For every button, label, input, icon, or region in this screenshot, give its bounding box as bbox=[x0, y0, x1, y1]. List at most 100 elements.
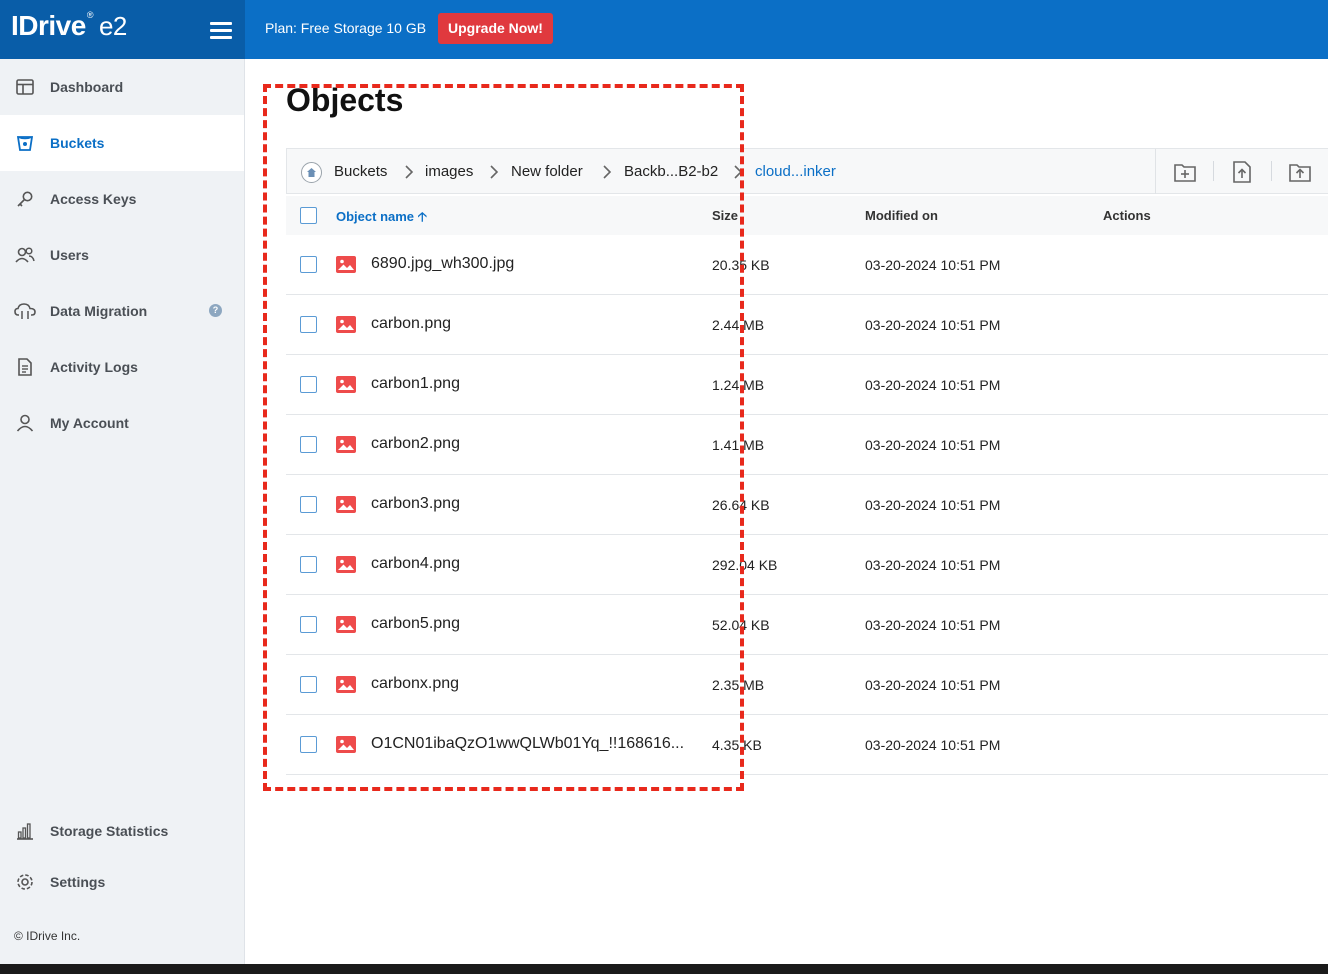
sidebar-item-dashboard[interactable]: Dashboard bbox=[0, 59, 244, 115]
table-row[interactable]: carbon4.png 292.04 KB 03-20-2024 10:51 PM bbox=[286, 535, 1328, 595]
sidebar-item-activity-logs[interactable]: Activity Logs bbox=[0, 339, 244, 395]
row-checkbox[interactable] bbox=[300, 736, 317, 753]
chevron-right-icon bbox=[603, 165, 612, 179]
object-name[interactable]: O1CN01ibaQzO1wwQLWb01Yq_!!168616... bbox=[371, 735, 684, 753]
object-name[interactable]: carbon4.png bbox=[371, 555, 460, 573]
column-header-object-name[interactable]: Object name 🡡 bbox=[336, 208, 427, 230]
image-file-icon bbox=[336, 436, 356, 453]
object-size: 1.41 MB bbox=[712, 437, 765, 453]
image-file-icon bbox=[336, 496, 356, 513]
object-size: 2.44 MB bbox=[712, 317, 765, 333]
object-name[interactable]: 6890.jpg_wh300.jpg bbox=[371, 255, 514, 273]
toolbar-separator bbox=[1271, 161, 1272, 181]
table-row[interactable]: carbon3.png 26.64 KB 03-20-2024 10:51 PM bbox=[286, 475, 1328, 535]
sidebar-item-label: Access Keys bbox=[50, 191, 137, 207]
row-checkbox[interactable] bbox=[300, 256, 317, 273]
breadcrumb-backb-b2[interactable]: Backb...B2-b2 bbox=[624, 163, 718, 180]
column-label: Object name bbox=[336, 209, 415, 224]
idrive-e2-logo[interactable]: IDrive® e2 bbox=[11, 10, 127, 42]
row-checkbox[interactable] bbox=[300, 676, 317, 693]
object-modified-date: 03-20-2024 10:51 PM bbox=[865, 677, 1001, 693]
table-row[interactable]: carbon.png 2.44 MB 03-20-2024 10:51 PM bbox=[286, 295, 1328, 355]
page-title: Objects bbox=[286, 82, 404, 118]
object-name[interactable]: carbon1.png bbox=[371, 375, 460, 393]
users-icon bbox=[14, 244, 36, 266]
row-checkbox[interactable] bbox=[300, 376, 317, 393]
select-all-checkbox[interactable] bbox=[300, 207, 317, 224]
sidebar-item-data-migration[interactable]: Data Migration ? bbox=[0, 283, 244, 339]
breadcrumb-buckets[interactable]: Buckets bbox=[334, 163, 387, 180]
sidebar-item-label: My Account bbox=[50, 415, 129, 431]
row-checkbox[interactable] bbox=[300, 436, 317, 453]
object-modified-date: 03-20-2024 10:51 PM bbox=[865, 557, 1001, 573]
object-size: 292.04 KB bbox=[712, 557, 778, 573]
table-row[interactable]: carbonx.png 2.35 MB 03-20-2024 10:51 PM bbox=[286, 655, 1328, 715]
sidebar-item-label: Data Migration bbox=[50, 303, 148, 319]
image-file-icon bbox=[336, 736, 356, 753]
object-modified-date: 03-20-2024 10:51 PM bbox=[865, 617, 1001, 633]
toolbar-separator bbox=[1213, 161, 1214, 181]
upload-file-icon[interactable] bbox=[1229, 159, 1255, 185]
sidebar-item-label: Buckets bbox=[50, 135, 105, 151]
top-header: IDrive® e2 Plan: Free Storage 10 GB Upgra… bbox=[0, 0, 1328, 59]
sidebar-item-label: Settings bbox=[50, 874, 106, 890]
dashboard-icon bbox=[14, 76, 36, 98]
breadcrumb-new-folder[interactable]: New folder bbox=[511, 163, 583, 180]
column-header-modified-on[interactable]: Modified on bbox=[865, 208, 938, 223]
breadcrumb: Buckets images New folder Backb...B2-b2 … bbox=[286, 148, 1328, 194]
document-icon bbox=[14, 356, 36, 378]
column-header-size[interactable]: Size bbox=[712, 208, 738, 223]
sidebar-item-access-keys[interactable]: Access Keys bbox=[0, 171, 244, 227]
object-modified-date: 03-20-2024 10:51 PM bbox=[865, 317, 1001, 333]
object-size: 2.35 MB bbox=[712, 677, 765, 693]
object-size: 26.64 KB bbox=[712, 497, 770, 513]
table-row[interactable]: 6890.jpg_wh300.jpg 20.35 KB 03-20-2024 10:… bbox=[286, 235, 1328, 295]
object-name[interactable]: carbonx.png bbox=[371, 675, 459, 693]
row-checkbox[interactable] bbox=[300, 556, 317, 573]
sidebar-item-users[interactable]: Users bbox=[0, 227, 244, 283]
object-name[interactable]: carbon2.png bbox=[371, 435, 460, 453]
table-row[interactable]: carbon1.png 1.24 MB 03-20-2024 10:51 PM bbox=[286, 355, 1328, 415]
upgrade-now-button[interactable]: Upgrade Now! bbox=[438, 13, 553, 44]
help-icon[interactable]: ? bbox=[209, 304, 222, 317]
object-size: 20.35 KB bbox=[712, 257, 770, 273]
object-modified-date: 03-20-2024 10:51 PM bbox=[865, 437, 1001, 453]
image-file-icon bbox=[336, 676, 356, 693]
object-size: 52.04 KB bbox=[712, 617, 770, 633]
upload-folder-icon[interactable] bbox=[1287, 159, 1313, 185]
bar-chart-icon bbox=[14, 820, 36, 842]
table-row[interactable]: O1CN01ibaQzO1wwQLWb01Yq_!!168616... 4.35 … bbox=[286, 715, 1328, 775]
sidebar-item-my-account[interactable]: My Account bbox=[0, 395, 244, 451]
row-checkbox[interactable] bbox=[300, 496, 317, 513]
sidebar-item-buckets[interactable]: Buckets bbox=[0, 115, 244, 171]
object-name[interactable]: carbon5.png bbox=[371, 615, 460, 633]
breadcrumb-images[interactable]: images bbox=[425, 163, 473, 180]
key-icon bbox=[14, 188, 36, 210]
column-header-actions: Actions bbox=[1103, 208, 1151, 223]
sidebar-item-storage-statistics[interactable]: Storage Statistics bbox=[0, 803, 244, 859]
menu-toggle-icon[interactable] bbox=[210, 22, 232, 40]
brand-area: IDrive® e2 bbox=[0, 0, 245, 59]
home-icon[interactable] bbox=[301, 162, 322, 183]
row-checkbox[interactable] bbox=[300, 316, 317, 333]
toolbar-divider bbox=[1155, 149, 1156, 194]
table-row[interactable]: carbon5.png 52.04 KB 03-20-2024 10:51 PM bbox=[286, 595, 1328, 655]
row-checkbox[interactable] bbox=[300, 616, 317, 633]
cloud-migration-icon bbox=[14, 300, 36, 322]
bottom-edge bbox=[0, 964, 1328, 974]
table-row[interactable]: carbon2.png 1.41 MB 03-20-2024 10:51 PM bbox=[286, 415, 1328, 475]
object-name[interactable]: carbon3.png bbox=[371, 495, 460, 513]
image-file-icon bbox=[336, 316, 356, 333]
new-folder-icon[interactable] bbox=[1172, 159, 1198, 185]
chevron-right-icon bbox=[405, 165, 414, 179]
breadcrumb-current-folder[interactable]: cloud...inker bbox=[755, 163, 836, 180]
image-file-icon bbox=[336, 256, 356, 273]
sidebar-item-label: Users bbox=[50, 247, 89, 263]
object-name[interactable]: carbon.png bbox=[371, 315, 451, 333]
sidebar-item-settings[interactable]: Settings bbox=[0, 854, 244, 910]
logo-text: IDrive bbox=[11, 10, 86, 41]
object-size: 1.24 MB bbox=[712, 377, 765, 393]
sidebar-item-label: Storage Statistics bbox=[50, 823, 169, 839]
bucket-icon bbox=[14, 132, 36, 154]
object-modified-date: 03-20-2024 10:51 PM bbox=[865, 257, 1001, 273]
